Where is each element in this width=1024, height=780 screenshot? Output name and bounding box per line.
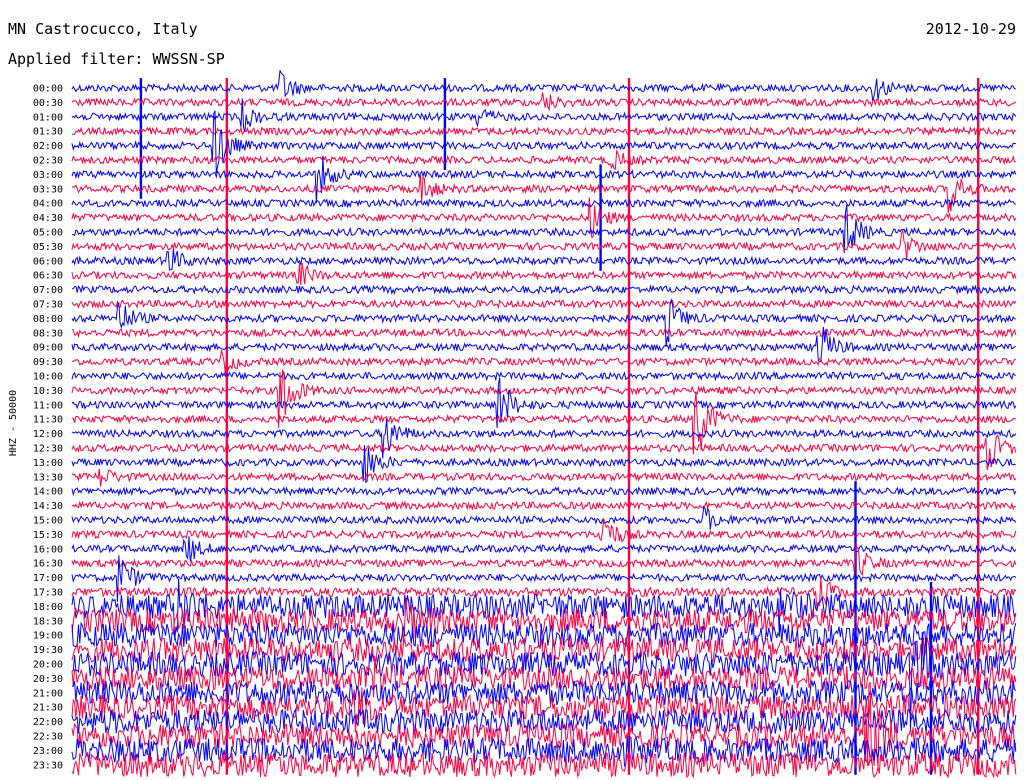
spike-line (139, 78, 143, 199)
tick-label: 01:30 (33, 127, 63, 138)
tick-label: 00:00 (33, 84, 63, 95)
tick-label: 21:00 (33, 688, 63, 699)
trace-line (71, 248, 1017, 271)
tick-label: 19:30 (33, 645, 63, 656)
tick-label: 09:00 (33, 343, 63, 354)
trace-line (71, 505, 1017, 530)
tick-label: 19:00 (33, 631, 63, 642)
tick-label: 18:00 (33, 602, 63, 613)
tick-label: 15:00 (33, 516, 63, 527)
trace-line (71, 262, 1017, 286)
tick-label: 11:00 (33, 400, 63, 411)
tick-label: 17:30 (33, 588, 63, 599)
trace-line (71, 149, 1016, 170)
trace-line (71, 70, 1016, 102)
tick-label: 07:00 (33, 285, 63, 296)
tick-label: 08:00 (33, 314, 63, 325)
trace-line (71, 298, 1017, 310)
tick-label: 05:00 (33, 228, 63, 239)
tick-label: 13:00 (33, 458, 63, 469)
trace-line (71, 326, 1017, 363)
trace-line (71, 500, 1017, 511)
tick-label: 18:30 (33, 616, 63, 627)
tick-label: 08:30 (33, 328, 63, 339)
tick-label: 23:00 (33, 746, 63, 757)
trace-line (71, 468, 1017, 487)
trace-line (71, 197, 1016, 209)
tick-label: 04:00 (33, 199, 63, 210)
tick-label: 20:00 (33, 660, 63, 671)
trace-line (71, 174, 1016, 213)
tick-label: 06:00 (33, 256, 63, 267)
tick-label: 01:00 (33, 112, 63, 123)
tick-label: 16:30 (33, 559, 63, 570)
tick-label: 03:00 (33, 170, 63, 181)
tick-label: 16:00 (33, 544, 63, 555)
y-axis-label: HHZ - 50000 (8, 390, 19, 456)
trace-layer (71, 70, 1017, 779)
tick-label: 03:30 (33, 184, 63, 195)
tick-label: 22:00 (33, 717, 63, 728)
tick-label: 02:00 (33, 141, 63, 152)
tick-label: 15:30 (33, 530, 63, 541)
tick-label: 10:30 (33, 386, 63, 397)
trace-line (71, 485, 1017, 497)
tick-label: 06:30 (33, 271, 63, 282)
tick-label: 07:30 (33, 300, 63, 311)
tick-label: 05:30 (33, 242, 63, 253)
tick-label: 10:00 (33, 372, 63, 383)
trace-line (71, 418, 1017, 459)
helicorder-plot: 00:00 00:30 01:00 01:30 02:00 02:30 03:00 03:30… (8, 70, 1017, 779)
trace-line (71, 391, 1016, 455)
tick-label: 14:30 (33, 501, 63, 512)
tick-label: 14:00 (33, 487, 63, 498)
trace-line (71, 284, 1017, 295)
tick-label: 21:30 (33, 703, 63, 714)
trace-line (71, 350, 1016, 375)
tick-label: 23:30 (33, 760, 63, 771)
spike-line (443, 78, 447, 170)
tick-label: 12:30 (33, 444, 63, 455)
tick-label: 11:30 (33, 415, 63, 426)
trace-line (71, 536, 1017, 562)
tick-label: 17:00 (33, 573, 63, 584)
tick-label: 12:00 (33, 429, 63, 440)
tick-label: 22:30 (33, 732, 63, 743)
trace-line (71, 655, 1017, 698)
trace-line (71, 327, 1017, 339)
trace-line (71, 518, 1017, 543)
tick-label: 04:30 (33, 213, 63, 224)
label-layer: 00:00 00:30 01:00 01:30 02:00 02:30 03:00 03:30… (33, 84, 63, 772)
tick-label: 02:30 (33, 156, 63, 167)
trace-line (71, 229, 1017, 261)
tick-label: 00:30 (33, 98, 63, 109)
tick-label: 13:30 (33, 472, 63, 483)
trace-line (71, 370, 1016, 382)
tick-label: 09:30 (33, 357, 63, 368)
tick-label: 20:30 (33, 674, 63, 685)
